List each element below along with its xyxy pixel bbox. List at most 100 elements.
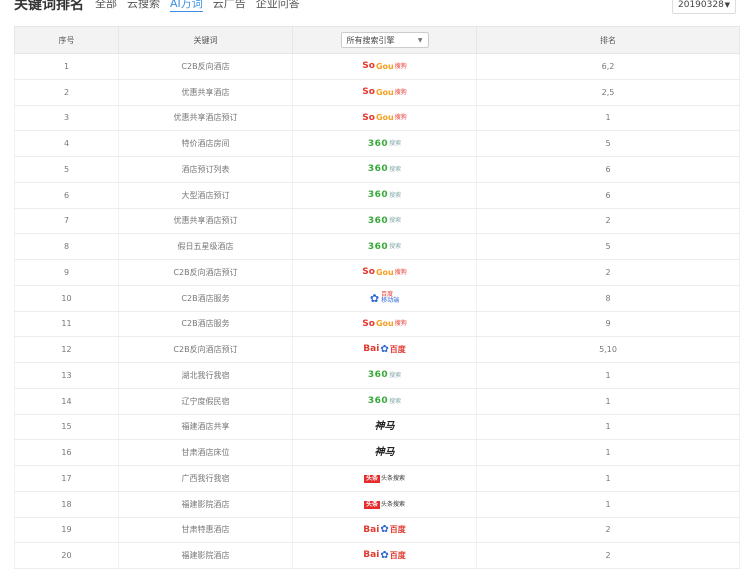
table-row: 7 优惠共享酒店预订 360 搜索 2 bbox=[14, 208, 740, 235]
table-row: 18 福建影院酒店 头条 头条搜索 1 bbox=[14, 491, 740, 518]
row-engine: 神马 bbox=[292, 414, 477, 441]
row-no: 19 bbox=[14, 517, 119, 544]
row-keyword: C2B酒店服务 bbox=[118, 311, 293, 338]
tab-ai-keywords[interactable]: AI万词 bbox=[170, 0, 203, 12]
row-keyword: 酒店预订列表 bbox=[118, 156, 293, 183]
row-rank: 2 bbox=[476, 208, 740, 235]
col-header-keyword: 关键词 bbox=[118, 26, 293, 54]
row-engine: 头条 头条搜索 bbox=[292, 465, 477, 492]
col-header-engine: 所有搜索引擎 ▼ bbox=[292, 26, 477, 54]
table-body: 1 C2B反向酒店 So Gou 搜狗 6,2 2 优惠共享酒店 So Gou 搜狗 2,5 3 优惠共享… bbox=[14, 53, 740, 569]
row-engine: So Gou 搜狗 bbox=[292, 53, 477, 80]
tab-bar: 全部 云搜索 AI万词 云广告 企业问答 bbox=[95, 0, 300, 12]
sogou-logo-icon: So Gou 搜狗 bbox=[362, 112, 407, 123]
row-rank: 8 bbox=[476, 285, 740, 312]
row-rank: 1 bbox=[476, 491, 740, 518]
table-row: 5 酒店预订列表 360 搜索 6 bbox=[14, 156, 740, 183]
table-row: 2 优惠共享酒店 So Gou 搜狗 2,5 bbox=[14, 79, 740, 106]
table-row: 17 广西我行我宿 头条 头条搜索 1 bbox=[14, 465, 740, 492]
row-no: 12 bbox=[14, 336, 119, 363]
row-no: 13 bbox=[14, 362, 119, 389]
row-no: 5 bbox=[14, 156, 119, 183]
toutiao-search-logo-icon: 头条 头条搜索 bbox=[363, 501, 406, 510]
row-keyword: 福建酒店共享 bbox=[118, 414, 293, 441]
360-search-logo-icon: 360 搜索 bbox=[367, 396, 402, 407]
tab-cloud-ads[interactable]: 云广告 bbox=[213, 0, 246, 12]
row-no: 14 bbox=[14, 388, 119, 415]
row-engine: Bai ✿ 百度 bbox=[292, 517, 477, 544]
row-keyword: 湖北我行我宿 bbox=[118, 362, 293, 389]
row-rank: 1 bbox=[476, 362, 740, 389]
row-keyword: 福建影院酒店 bbox=[118, 491, 293, 518]
table-row: 13 湖北我行我宿 360 搜索 1 bbox=[14, 362, 740, 389]
row-engine: 神马 bbox=[292, 439, 477, 466]
keyword-ranking-table: 序号 关键词 所有搜索引擎 ▼ 排名 1 C2B反向酒店 So Gou 搜狗 6,2 2 优惠… bbox=[14, 26, 740, 569]
row-rank: 2 bbox=[476, 259, 740, 286]
row-engine: 头条 头条搜索 bbox=[292, 491, 477, 518]
shenma-logo-icon: 神马 bbox=[374, 420, 395, 432]
row-rank: 1 bbox=[476, 105, 740, 132]
row-rank: 1 bbox=[476, 465, 740, 492]
table-row: 14 辽宁度假民宿 360 搜索 1 bbox=[14, 388, 740, 415]
row-rank: 6 bbox=[476, 156, 740, 183]
baidu-logo-icon: Bai ✿ 百度 bbox=[363, 343, 406, 355]
row-keyword: 甘肃特惠酒店 bbox=[118, 517, 293, 544]
row-engine: 360 搜索 bbox=[292, 208, 477, 235]
row-keyword: 甘肃酒店床位 bbox=[118, 439, 293, 466]
row-no: 10 bbox=[14, 285, 119, 312]
row-keyword: C2B反向酒店预订 bbox=[118, 336, 293, 363]
row-keyword: C2B反向酒店 bbox=[118, 53, 293, 80]
row-engine: So Gou 搜狗 bbox=[292, 311, 477, 338]
tab-cloud-search[interactable]: 云搜索 bbox=[127, 0, 160, 12]
table-row: 10 C2B酒店服务 ✿ 百度 移动端 8 bbox=[14, 285, 740, 312]
table-row: 6 大型酒店预订 360 搜索 6 bbox=[14, 182, 740, 209]
table-row: 19 甘肃特惠酒店 Bai ✿ 百度 2 bbox=[14, 517, 740, 544]
sogou-logo-icon: So Gou 搜狗 bbox=[362, 318, 407, 329]
360-search-logo-icon: 360 搜索 bbox=[367, 215, 402, 226]
row-no: 15 bbox=[14, 414, 119, 441]
row-rank: 2,5 bbox=[476, 79, 740, 106]
baidu-logo-icon: Bai ✿ 百度 bbox=[363, 549, 406, 561]
row-keyword: 大型酒店预订 bbox=[118, 182, 293, 209]
row-engine: 360 搜索 bbox=[292, 130, 477, 157]
tab-enterprise-qa[interactable]: 企业问答 bbox=[256, 0, 300, 12]
baidu-mobile-logo-icon: ✿ 百度 移动端 bbox=[369, 290, 400, 305]
row-rank: 1 bbox=[476, 439, 740, 466]
360-search-logo-icon: 360 搜索 bbox=[367, 241, 402, 252]
col-header-no: 序号 bbox=[14, 26, 119, 54]
row-no: 8 bbox=[14, 233, 119, 260]
tab-all[interactable]: 全部 bbox=[95, 0, 117, 12]
row-engine: 360 搜索 bbox=[292, 156, 477, 183]
sogou-logo-icon: So Gou 搜狗 bbox=[362, 267, 407, 278]
row-no: 9 bbox=[14, 259, 119, 286]
row-no: 1 bbox=[14, 53, 119, 80]
row-no: 2 bbox=[14, 79, 119, 106]
row-no: 20 bbox=[14, 542, 119, 569]
row-engine: 360 搜索 bbox=[292, 182, 477, 209]
chevron-down-icon: ▼ bbox=[417, 36, 423, 44]
row-keyword: 特价酒店房间 bbox=[118, 130, 293, 157]
shenma-logo-icon: 神马 bbox=[374, 446, 395, 458]
chevron-down-icon: ▼ bbox=[724, 1, 730, 9]
date-select[interactable]: 20190328 ▼ bbox=[672, 0, 736, 14]
table-row: 3 优惠共享酒店预订 So Gou 搜狗 1 bbox=[14, 105, 740, 132]
table-row: 20 福建影院酒店 Bai ✿ 百度 2 bbox=[14, 542, 740, 569]
table-row: 8 假日五星级酒店 360 搜索 5 bbox=[14, 233, 740, 260]
table-row: 4 特价酒店房间 360 搜索 5 bbox=[14, 130, 740, 157]
toutiao-search-logo-icon: 头条 头条搜索 bbox=[363, 475, 406, 484]
row-rank: 5 bbox=[476, 233, 740, 260]
row-rank: 2 bbox=[476, 542, 740, 569]
engine-filter-select[interactable]: 所有搜索引擎 ▼ bbox=[340, 32, 429, 48]
row-keyword: C2B反向酒店预订 bbox=[118, 259, 293, 286]
row-engine: ✿ 百度 移动端 bbox=[292, 285, 477, 312]
row-keyword: 优惠共享酒店 bbox=[118, 79, 293, 106]
row-keyword: 辽宁度假民宿 bbox=[118, 388, 293, 415]
360-search-logo-icon: 360 搜索 bbox=[367, 138, 402, 149]
row-engine: So Gou 搜狗 bbox=[292, 105, 477, 132]
date-value: 20190328 bbox=[678, 0, 724, 10]
table-row: 9 C2B反向酒店预订 So Gou 搜狗 2 bbox=[14, 259, 740, 286]
row-keyword: 优惠共享酒店预订 bbox=[118, 208, 293, 235]
row-no: 7 bbox=[14, 208, 119, 235]
row-engine: 360 搜索 bbox=[292, 233, 477, 260]
row-keyword: 广西我行我宿 bbox=[118, 465, 293, 492]
